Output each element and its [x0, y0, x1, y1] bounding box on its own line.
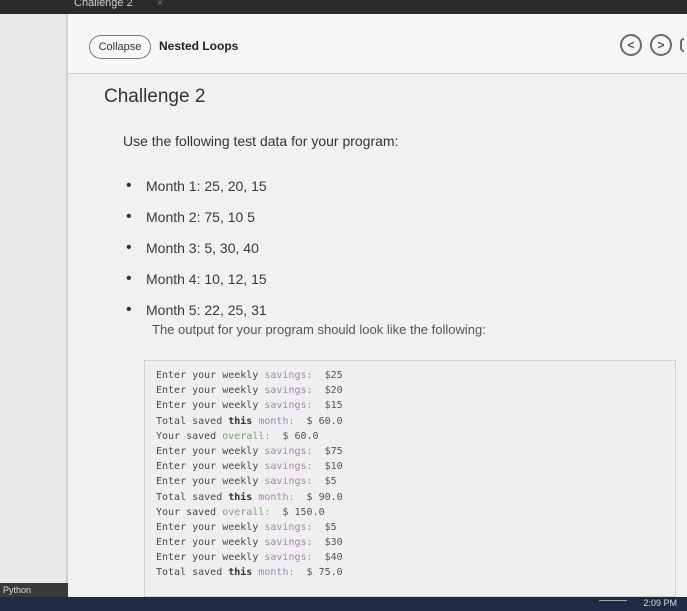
output-prefix: Enter your weekly: [156, 400, 265, 412]
lesson-header: Collapse Nested Loops < >: [68, 14, 687, 74]
output-value: $75: [312, 445, 343, 457]
collapse-button[interactable]: Collapse: [89, 35, 151, 59]
output-line: Enter your weekly savings: $20: [156, 383, 343, 398]
output-prefix: Your saved: [156, 430, 223, 442]
left-sidebar: [0, 14, 68, 597]
output-prefix: Enter your weekly: [156, 476, 265, 488]
output-line: Enter your weekly savings: $5: [156, 520, 343, 535]
output-line: Enter your weekly savings: $30: [156, 535, 343, 550]
list-item: Month 3: 5, 30, 40: [126, 239, 267, 271]
output-value: $ 60.0: [294, 415, 343, 427]
output-value: $25: [312, 370, 343, 381]
previous-icon[interactable]: <: [620, 34, 642, 56]
list-item: Month 2: 75, 10 5: [126, 208, 267, 240]
output-value: $ 60.0: [270, 430, 319, 442]
output-line: Enter your weekly savings: $5: [156, 474, 343, 489]
output-keyword: savings:: [264, 400, 313, 412]
output-keyword: savings:: [264, 385, 313, 397]
output-prefix: Your saved: [156, 506, 223, 518]
outro-text: The output for your program should look …: [152, 322, 486, 337]
output-line: Enter your weekly savings: $15: [156, 398, 343, 413]
next-icon[interactable]: >: [650, 34, 672, 56]
output-line: Your saved overall: $ 150.0: [156, 505, 343, 520]
output-prefix: Enter your weekly: [156, 537, 265, 549]
clock: 2:09 PM: [643, 598, 677, 608]
output-value: $20: [312, 385, 343, 397]
output-prefix: Enter your weekly: [156, 385, 265, 397]
output-line: Total saved this month: $ 60.0: [156, 414, 343, 429]
output-keyword: savings:: [264, 445, 313, 457]
sample-output-box: Enter your weekly savings: $25 Enter your…: [144, 360, 676, 597]
output-keyword: overall:: [222, 506, 271, 518]
output-value: $ 90.0: [294, 491, 343, 503]
output-value: $15: [312, 400, 343, 412]
lesson-title: Nested Loops: [159, 39, 239, 53]
output-keyword: savings:: [264, 476, 313, 488]
list-item: Month 4: 10, 12, 15: [126, 270, 267, 302]
output-value: $ 150.0: [270, 506, 325, 518]
output-line: Enter your weekly savings: $25: [156, 368, 343, 383]
output-line: Enter your weekly savings: $40: [156, 550, 343, 565]
window-title-bar: Challenge 2 ×: [0, 0, 687, 14]
output-keyword: savings:: [264, 537, 313, 549]
output-prefix: Total saved: [156, 415, 229, 427]
output-keyword: savings:: [264, 461, 313, 473]
output-prefix: Enter your weekly: [156, 552, 265, 564]
test-data-list: Month 1: 25, 20, 15 Month 2: 75, 10 5 Mo…: [126, 177, 267, 333]
output-prefix: Enter your weekly: [156, 370, 265, 381]
taskbar: 2:09 PM: [0, 597, 687, 611]
output-keyword: this: [228, 567, 253, 579]
output-line: Enter your weekly savings: $75: [156, 444, 343, 459]
output-prefix: Total saved: [156, 567, 229, 579]
output-keyword: overall:: [222, 430, 271, 442]
output-keyword: this: [228, 491, 253, 503]
output-value: $5: [312, 521, 337, 533]
output-keyword: savings:: [264, 521, 313, 533]
page-title: Challenge 2: [104, 86, 206, 107]
output-value: $5: [312, 476, 337, 488]
output-prefix: Enter your weekly: [156, 445, 265, 457]
tray-icons[interactable]: [599, 600, 627, 608]
output-line: Enter your weekly savings: $10: [156, 459, 343, 474]
main-panel: Collapse Nested Loops < > Challenge 2 Us…: [68, 14, 687, 597]
output-keyword: savings:: [264, 552, 313, 564]
output-keyword: month:: [252, 491, 295, 503]
challenge-content: Challenge 2 Use the following test data …: [68, 74, 687, 597]
intro-text: Use the following test data for your pro…: [123, 133, 399, 149]
sample-output-lines: Enter your weekly savings: $25 Enter your…: [156, 368, 343, 581]
output-prefix: Enter your weekly: [156, 521, 265, 533]
list-item: Month 1: 25, 20, 15: [126, 177, 267, 209]
output-keyword: this: [228, 415, 253, 427]
output-value: $10: [312, 461, 343, 473]
more-icon[interactable]: [680, 38, 684, 52]
language-label[interactable]: Python: [0, 583, 68, 597]
output-value: $ 75.0: [294, 567, 343, 579]
output-line: Your saved overall: $ 60.0: [156, 429, 343, 444]
output-line: Total saved this month: $ 75.0: [156, 565, 343, 580]
output-prefix: Total saved: [156, 491, 229, 503]
output-keyword: savings:: [264, 370, 313, 381]
tab-title[interactable]: Challenge 2: [74, 0, 133, 9]
output-line: Total saved this month: $ 90.0: [156, 490, 343, 505]
output-prefix: Enter your weekly: [156, 461, 265, 473]
output-keyword: month:: [252, 567, 295, 579]
output-value: $40: [312, 552, 343, 564]
tab-close-icon[interactable]: ×: [157, 0, 163, 9]
output-value: $30: [312, 537, 343, 549]
output-keyword: month:: [252, 415, 295, 427]
